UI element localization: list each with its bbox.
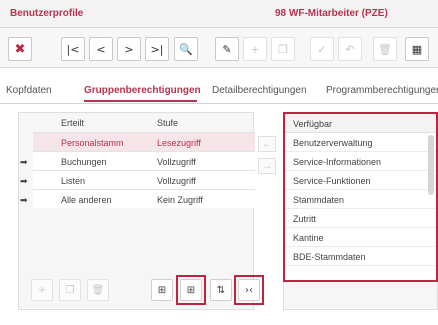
available-groups-list: Verfügbar Benutzerverwaltung Service-Inf…	[283, 112, 438, 282]
next-record-button[interactable]: >	[117, 37, 141, 61]
list-item[interactable]: Stammdaten	[285, 190, 436, 209]
available-footer	[283, 282, 438, 310]
grid-header: Erteilt Stufe	[33, 113, 255, 132]
granted-groups-panel: Erteilt Stufe Personalstamm Lesezugriff …	[18, 112, 264, 310]
table-row[interactable]: ➡ Alle anderen Kein Zugriff	[20, 189, 255, 208]
search-icon[interactable]: 🔍	[174, 37, 198, 61]
cell-granted: Alle anderen	[61, 195, 112, 205]
available-header[interactable]: Verfügbar	[285, 114, 436, 133]
move-right-icon[interactable]: →	[258, 158, 276, 174]
vertical-scrollbar[interactable]	[428, 135, 434, 195]
column-select-icon[interactable]: ⊞	[151, 279, 173, 301]
last-record-button[interactable]: >|	[145, 37, 169, 61]
list-item[interactable]: BDE-Stammdaten	[285, 247, 436, 266]
copy-icon[interactable]: ❐	[59, 279, 81, 301]
copy-icon[interactable]: ❐	[271, 37, 295, 61]
tab-detailberechtigungen[interactable]: Detailberechtigungen	[212, 85, 307, 96]
undo-icon[interactable]: ↶	[338, 37, 362, 61]
table-row[interactable]: Personalstamm Lesezugriff	[33, 132, 255, 151]
title-bar: Benutzerprofile 98 WF-Mitarbeiter (PZE)	[0, 0, 438, 28]
cell-granted: Listen	[61, 176, 86, 186]
transfer-buttons: ← →	[258, 136, 278, 180]
tab-bar: Kopfdaten Gruppenberechtigungen Detailbe…	[0, 80, 438, 104]
cell-granted: Buchungen	[61, 157, 107, 167]
column-header-granted[interactable]: Erteilt	[61, 118, 84, 128]
trash-icon[interactable]: 🗑	[373, 37, 397, 61]
cell-level: Lesezugriff	[157, 138, 201, 148]
window-title: Benutzerprofile	[10, 8, 84, 19]
arrow-right-icon: ➡	[20, 157, 28, 167]
list-item[interactable]: Service-Funktionen	[285, 171, 436, 190]
arrow-right-icon: ➡	[20, 195, 28, 205]
table-row[interactable]: ➡ Listen Vollzugriff	[20, 170, 255, 189]
list-item[interactable]: Service-Informationen	[285, 152, 436, 171]
highlight-frame	[234, 275, 264, 305]
list-item[interactable]: Benutzerverwaltung	[285, 133, 436, 152]
confirm-icon[interactable]: ✓	[310, 37, 334, 61]
cell-granted: Personalstamm	[61, 138, 124, 148]
add-icon[interactable]: +	[243, 37, 267, 61]
trash-icon[interactable]: 🗑	[87, 279, 109, 301]
tab-gruppenberechtigungen[interactable]: Gruppenberechtigungen	[84, 85, 201, 96]
move-left-icon[interactable]: ←	[258, 136, 276, 152]
delete-record-button[interactable]: ✖	[8, 37, 32, 61]
cell-level: Vollzugriff	[157, 157, 196, 167]
table-settings-icon[interactable]: ▦	[405, 37, 429, 61]
list-item[interactable]: Kantine	[285, 228, 436, 247]
list-item[interactable]: Zutritt	[285, 209, 436, 228]
first-record-button[interactable]: |<	[61, 37, 85, 61]
tab-programmberechtigungen[interactable]: Programmberechtigungen	[326, 85, 438, 96]
edit-icon[interactable]: ✎	[215, 37, 239, 61]
previous-record-button[interactable]: <	[89, 37, 113, 61]
cell-level: Vollzugriff	[157, 176, 196, 186]
column-header-level[interactable]: Stufe	[157, 118, 178, 128]
arrow-right-icon: ➡	[20, 176, 28, 186]
active-tab-indicator	[84, 100, 197, 102]
grid-action-bar: + ❐ 🗑 ⊞ ⊞ ⇅ ›‹	[27, 275, 264, 305]
highlight-frame	[176, 275, 206, 305]
sort-icon[interactable]: ⇅	[210, 279, 232, 301]
table-row[interactable]: ➡ Buchungen Vollzugriff	[20, 151, 255, 170]
tab-kopfdaten[interactable]: Kopfdaten	[6, 85, 52, 96]
cell-level: Kein Zugriff	[157, 195, 203, 205]
profile-info: 98 WF-Mitarbeiter (PZE)	[275, 8, 388, 19]
add-icon[interactable]: +	[31, 279, 53, 301]
toolbar: ✖ |< < > >| 🔍 ✎ + ❐ ✓ ↶ 🗑 ▦	[0, 28, 438, 68]
